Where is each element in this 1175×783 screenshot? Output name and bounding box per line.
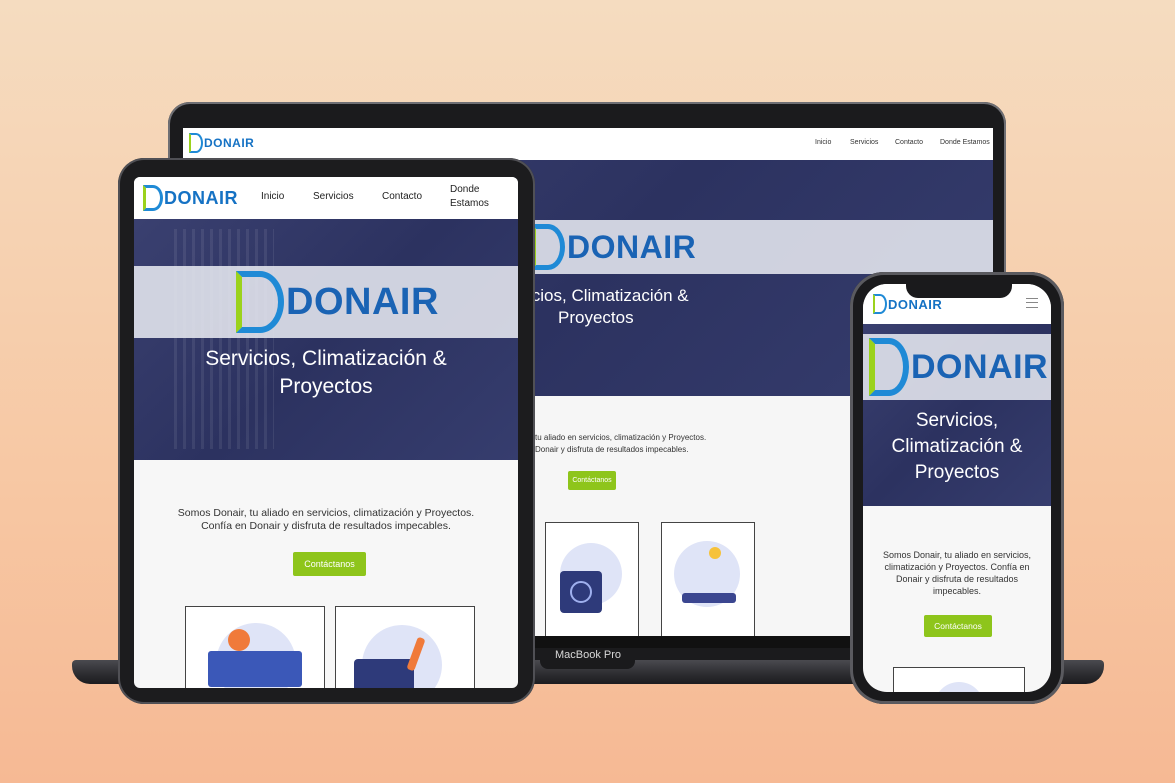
hero-title-line1: icios, Climatización & (528, 286, 689, 305)
logo-d-icon (236, 271, 284, 333)
hero-title-line2: Proyectos (279, 375, 373, 398)
logo-d-icon (869, 338, 909, 396)
tablet-logo[interactable]: DONAIR (143, 185, 238, 211)
laptop-logo[interactable]: DONAIR (189, 133, 254, 153)
nav-link-contacto[interactable]: Contacto (895, 139, 923, 146)
intro-text-line1: Somos Donair, tu aliado en servicios, (882, 550, 1032, 560)
nav-link-donde-line1[interactable]: Donde (450, 184, 479, 195)
hero-title-line2: Climatización & (891, 436, 1023, 457)
hero-logo: DONAIR (869, 338, 1048, 396)
phone-hero: DONAIR Servicios, Climatización & Proyec… (863, 324, 1051, 506)
hero-logo-text: DONAIR (286, 280, 439, 323)
intro-text-line1: tu aliado en servicios, climatización y … (535, 433, 707, 442)
panel-graphic (208, 651, 302, 687)
nav-link-servicios[interactable]: Servicios (850, 139, 878, 146)
contact-button[interactable]: Contáctanos (568, 471, 616, 490)
hero-title-line1: Servicios, Climatización & (205, 347, 447, 370)
contact-button[interactable]: Contáctanos (293, 552, 366, 576)
tablet-hero: DONAIR Servicios, Climatización & Proyec… (134, 219, 518, 460)
logo-d-icon (531, 224, 565, 270)
service-illustration (934, 682, 984, 692)
service-card[interactable] (893, 667, 1025, 692)
logo-d-icon (189, 133, 203, 153)
hero-logo-text: DONAIR (567, 228, 697, 265)
hero-title-line3: Proyectos (914, 462, 1000, 483)
intro-text-line2: Donair y disfruta de resultados impecabl… (535, 445, 689, 454)
nav-link-servicios[interactable]: Servicios (313, 191, 354, 202)
laptop-navbar: DONAIR Inicio Servicios Contacto Donde E… (183, 128, 993, 160)
contact-button[interactable]: Contáctanos (924, 615, 992, 637)
intro-text-line1: Somos Donair, tu aliado en servicios, cl… (177, 507, 475, 519)
service-card-team[interactable] (661, 522, 755, 644)
phone-screen: DONAIR DONAIR Servicios, Climatización &… (863, 284, 1051, 692)
logo-text: DONAIR (164, 187, 238, 208)
meeting-table (682, 593, 736, 603)
intro-text-line3: Donair y disfruta de resultados (895, 574, 1019, 584)
laptop-hinge-notch (540, 660, 635, 669)
logo-text: DONAIR (204, 136, 255, 150)
intro-text-line4: impecables. (932, 586, 982, 596)
nav-link-donde-estamos[interactable]: Donde Estamos (940, 139, 990, 146)
phone-notch (906, 280, 1012, 298)
hero-building-texture (174, 229, 274, 449)
nav-link-contacto[interactable]: Contacto (382, 191, 422, 202)
logo-d-icon (873, 294, 887, 314)
gear-icon (228, 629, 250, 651)
logo-text: DONAIR (888, 296, 943, 312)
hero-logo: DONAIR (531, 224, 696, 270)
intro-text-line2: climatización y Proyectos. Confía en (884, 562, 1030, 572)
nav-link-donde-line2[interactable]: Estamos (450, 198, 489, 209)
nav-link-inicio[interactable]: Inicio (261, 191, 284, 202)
hero-title-line1: Servicios, (915, 410, 999, 431)
nav-link-inicio[interactable]: Inicio (815, 139, 831, 146)
logo-d-icon (143, 185, 163, 211)
service-card-gear[interactable] (185, 606, 325, 688)
service-card-fan[interactable] (335, 606, 475, 688)
tablet-screen: DONAIR Inicio Servicios Contacto Donde E… (134, 177, 518, 688)
fan-unit-box (354, 659, 414, 688)
intro-text-line2: Confía en Donair y disfruta de resultado… (201, 520, 451, 532)
fan-icon (570, 581, 592, 603)
lightbulb-icon (709, 547, 721, 559)
service-card-fan[interactable] (545, 522, 639, 644)
tablet-navbar: DONAIR Inicio Servicios Contacto Donde E… (134, 177, 518, 219)
hero-title-line2: Proyectos (558, 308, 634, 327)
hero-logo-text: DONAIR (911, 347, 1049, 386)
menu-icon[interactable] (1026, 298, 1038, 308)
hero-logo: DONAIR (236, 271, 439, 333)
